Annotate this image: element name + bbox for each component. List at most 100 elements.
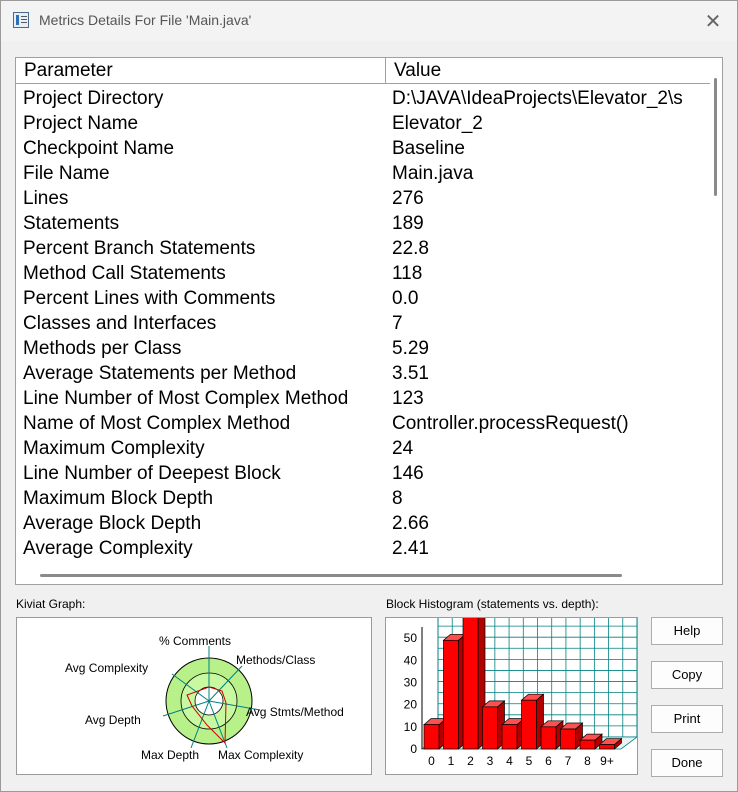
table-row[interactable]: File Name Main.java (16, 161, 712, 186)
kiviat-axis-avg-depth: Avg Depth (85, 713, 141, 727)
histogram-x-tick: 7 (565, 754, 572, 768)
metrics-table: Parameter Value Project Directory D:\JAVA… (15, 57, 723, 585)
histogram-x-tick: 3 (487, 754, 494, 768)
kiviat-axis-methods-class: Methods/Class (236, 653, 315, 667)
histogram-y-tick: 50 (404, 631, 418, 645)
table-row[interactable]: Line Number of Most Complex Method 123 (16, 386, 712, 411)
table-row[interactable]: Average Complexity 2.41 (16, 536, 712, 561)
histogram-y-tick: 20 (404, 698, 418, 712)
done-button[interactable]: Done (651, 749, 723, 777)
histogram-bar (462, 615, 479, 750)
histogram-bar (579, 739, 596, 750)
table-row[interactable]: Average Statements per Method 3.51 (16, 361, 712, 386)
column-header-parameter[interactable]: Parameter (16, 58, 386, 84)
value-cell: Main.java (392, 163, 474, 184)
copy-button[interactable]: Copy (651, 661, 723, 689)
value-cell: Controller.processRequest() (392, 413, 629, 434)
histogram-y-tick: 10 (404, 720, 418, 734)
histogram-panel: 0 10 20 30 40 50 0 1 2 3 4 5 6 7 8 9+ (385, 609, 639, 775)
table-row[interactable]: Average Block Depth 2.66 (16, 511, 712, 536)
histogram-bar (423, 724, 440, 750)
table-row[interactable]: Percent Lines with Comments 0.0 (16, 286, 712, 311)
parameter-cell: Project Name (23, 113, 139, 134)
parameter-cell: Methods per Class (23, 338, 182, 359)
histogram-x-tick: 8 (584, 754, 591, 768)
vertical-scrollbar[interactable] (710, 58, 722, 568)
parameter-cell: Classes and Interfaces (23, 313, 217, 334)
block-histogram: 010203040500 1 2 3 4 5 6 7 8 9+ (404, 609, 639, 768)
parameter-cell: Method Call Statements (23, 263, 226, 284)
value-cell: Elevator_2 (392, 113, 483, 134)
value-cell: 3.51 (392, 363, 429, 384)
histogram-bar (540, 726, 557, 750)
parameter-cell: Line Number of Deepest Block (23, 463, 281, 484)
table-row[interactable]: Line Number of Deepest Block 146 (16, 461, 712, 486)
histogram-x-tick: 9+ (600, 754, 614, 768)
parameter-cell: Maximum Complexity (23, 438, 205, 459)
value-cell: 276 (392, 188, 424, 209)
help-button[interactable]: Help (651, 617, 723, 645)
metrics-dialog: Metrics Details For File 'Main.java' ✕ P… (0, 0, 738, 792)
table-row[interactable]: Lines 276 (16, 186, 712, 211)
parameter-cell: Statements (23, 213, 120, 234)
parameter-cell: Checkpoint Name (23, 138, 175, 159)
horizontal-scroll-thumb[interactable] (40, 574, 622, 577)
histogram-x-tick: 6 (545, 754, 552, 768)
histogram-x-tick: 4 (506, 754, 513, 768)
parameter-cell: File Name (23, 163, 110, 184)
value-cell: 24 (392, 438, 414, 459)
histogram-label: Block Histogram (statements vs. depth): (386, 597, 599, 611)
parameter-cell: Average Block Depth (23, 513, 202, 534)
parameter-cell: Average Statements per Method (23, 363, 297, 384)
app-icon (13, 12, 29, 28)
kiviat-axis-comments: % Comments (159, 634, 231, 648)
table-row[interactable]: Project Name Elevator_2 (16, 111, 712, 136)
histogram-x-tick: 1 (448, 754, 455, 768)
value-cell: 2.66 (392, 513, 429, 534)
parameter-cell: Percent Lines with Comments (23, 288, 276, 309)
kiviat-axis-avg-stmts: Avg Stmts/Method (246, 705, 344, 719)
parameter-cell: Average Complexity (23, 538, 193, 559)
histogram-y-tick: 40 (404, 653, 418, 667)
kiviat-axis-avg-complexity: Avg Complexity (65, 661, 148, 675)
vertical-scroll-thumb[interactable] (714, 78, 717, 196)
kiviat-graph: % Comments Methods/Class Avg Stmts/Metho… (65, 634, 344, 762)
parameter-cell: Project Directory (23, 88, 164, 109)
table-row[interactable]: Project Directory D:\JAVA\IdeaProjects\El… (16, 86, 712, 111)
histogram-bar (560, 728, 576, 750)
histogram-bar (443, 639, 459, 750)
histogram-y-tick: 0 (410, 742, 417, 756)
table-row[interactable]: Maximum Complexity 24 (16, 436, 712, 461)
parameter-cell: Lines (23, 188, 69, 209)
histogram-x-tick: 0 (428, 754, 435, 768)
table-row[interactable]: Checkpoint Name Baseline (16, 136, 712, 161)
table-row[interactable]: Name of Most Complex Method Controller.pr… (16, 411, 712, 436)
table-row[interactable]: Classes and Interfaces 7 (16, 311, 712, 336)
kiviat-axis-max-complexity: Max Complexity (218, 748, 303, 762)
histogram-y-tick: 30 (404, 675, 418, 689)
value-cell: 2.41 (392, 538, 429, 559)
value-cell: 5.29 (392, 338, 429, 359)
value-cell: 118 (392, 263, 423, 284)
close-button[interactable]: ✕ (699, 7, 727, 35)
parameter-cell: Name of Most Complex Method (23, 413, 291, 434)
table-row[interactable]: Methods per Class 5.29 (16, 336, 712, 361)
histogram-bar (599, 744, 615, 750)
table-row[interactable]: Percent Branch Statements 22.8 (16, 236, 712, 261)
table-body: Project Directory D:\JAVA\IdeaProjects\El… (16, 86, 712, 561)
histogram-bar (482, 706, 498, 750)
value-cell: 189 (392, 213, 424, 234)
parameter-cell: Line Number of Most Complex Method (23, 388, 349, 409)
table-row[interactable]: Statements 189 (16, 211, 712, 236)
horizontal-scrollbar[interactable] (16, 568, 722, 584)
value-cell: D:\JAVA\IdeaProjects\Elevator_2\s (392, 88, 683, 109)
value-cell: Baseline (392, 138, 465, 159)
value-cell: 7 (392, 313, 403, 334)
value-cell: 0.0 (392, 288, 419, 309)
column-header-value[interactable]: Value (386, 58, 712, 84)
table-row[interactable]: Method Call Statements 118 (16, 261, 712, 286)
window-title: Metrics Details For File 'Main.java' (39, 12, 252, 28)
print-button[interactable]: Print (651, 705, 723, 733)
table-row[interactable]: Maximum Block Depth 8 (16, 486, 712, 511)
parameter-cell: Maximum Block Depth (23, 488, 214, 509)
